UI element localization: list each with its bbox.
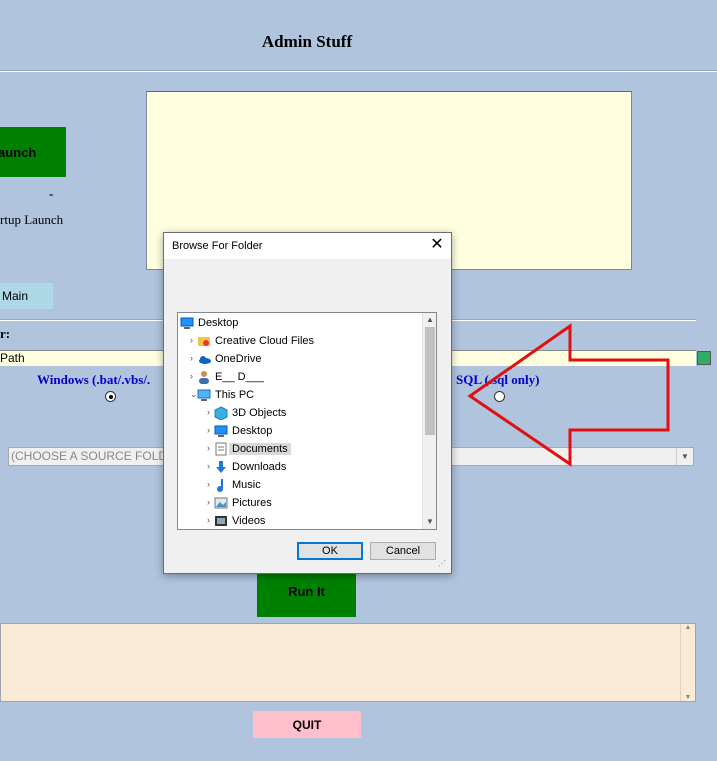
- tree-item[interactable]: › Music: [178, 476, 421, 494]
- folder-tree[interactable]: Desktop › Creative Cloud Files › OneDrive › E_…: [177, 312, 437, 530]
- scroll-thumb[interactable]: [425, 327, 435, 435]
- quit-label: QUIT: [292, 717, 322, 732]
- folder-browse-icon[interactable]: [697, 351, 711, 365]
- downloads-icon: [214, 460, 228, 474]
- chevron-up-icon[interactable]: ▲: [681, 624, 695, 631]
- cancel-label: Cancel: [385, 545, 421, 557]
- browse-folder-dialog: Browse For Folder ✕ Desktop › Creative Clo…: [163, 232, 452, 574]
- windows-radio[interactable]: [105, 391, 116, 402]
- tree-item[interactable]: › E__ D___: [178, 368, 421, 386]
- tree-item-label: Pictures: [232, 497, 272, 509]
- tree-item-label: E__ D___: [215, 371, 264, 383]
- main-button[interactable]: Main: [0, 283, 53, 309]
- videos-icon: [214, 514, 228, 528]
- chevron-down-icon[interactable]: ▼: [681, 694, 695, 701]
- tree-item[interactable]: › Pictures: [178, 494, 421, 512]
- tree-item-label: 3D Objects: [232, 407, 287, 419]
- tree-item[interactable]: › OneDrive: [178, 350, 421, 368]
- chevron-up-icon[interactable]: ▲: [423, 313, 436, 327]
- onedrive-icon: [197, 352, 211, 366]
- dialog-titlebar[interactable]: Browse For Folder ✕: [164, 233, 451, 259]
- documents-icon: [214, 442, 228, 456]
- tree-item-label: Downloads: [232, 461, 287, 473]
- output-textarea[interactable]: ▲ ▼: [0, 623, 696, 702]
- tree-item[interactable]: › Desktop: [178, 422, 421, 440]
- tree-item[interactable]: › Documents: [178, 440, 421, 458]
- quit-button[interactable]: QUIT: [253, 711, 361, 738]
- tree-item[interactable]: › Downloads: [178, 458, 421, 476]
- tree-item-label: Documents: [229, 443, 291, 455]
- tree-item-label: Creative Cloud Files: [215, 335, 315, 347]
- close-icon[interactable]: ✕: [428, 236, 446, 254]
- launch-button[interactable]: aunch: [0, 127, 66, 177]
- tree-scrollbar[interactable]: ▲ ▼: [422, 313, 436, 529]
- source-folder-placeholder: (CHOOSE A SOURCE FOLD: [11, 449, 168, 463]
- dialog-title: Browse For Folder: [172, 240, 263, 252]
- tree-item-label: Music: [232, 479, 261, 491]
- chevron-down-icon[interactable]: ▼: [423, 515, 436, 529]
- tree-item-label: Desktop: [232, 425, 273, 437]
- desktop-icon: [180, 316, 194, 330]
- path-text: Path: [0, 351, 25, 365]
- chevron-down-icon[interactable]: ▼: [676, 448, 693, 465]
- tree-item[interactable]: › Creative Cloud Files: [178, 332, 421, 350]
- tree-item[interactable]: ⌄ This PC: [178, 386, 421, 404]
- 3d-objects-icon: [214, 406, 228, 421]
- tree-item-label: OneDrive: [215, 353, 262, 365]
- resize-grip-icon[interactable]: ⋰: [438, 559, 446, 568]
- startup-launch-label: rtup Launch: [0, 212, 64, 227]
- header-divider: [0, 70, 717, 72]
- launch-button-label: aunch: [0, 144, 37, 160]
- tree-item-label: Videos: [232, 515, 266, 527]
- music-icon: [214, 478, 228, 492]
- separator-dash: -: [49, 186, 54, 201]
- output-scrollbar[interactable]: ▲ ▼: [680, 624, 695, 701]
- desktop-icon: [214, 424, 228, 438]
- tree-item[interactable]: › Videos: [178, 512, 421, 529]
- pc-icon: [197, 388, 211, 402]
- tree-item[interactable]: › 3D Objects: [178, 404, 421, 422]
- annotation-arrow-shape: [467, 323, 670, 467]
- cancel-button[interactable]: Cancel: [370, 542, 436, 560]
- folder-label: r:: [0, 326, 11, 341]
- tree-item-label: This PC: [215, 389, 255, 401]
- user-icon: [197, 370, 211, 384]
- main-button-label: Main: [2, 289, 29, 303]
- windows-option-label: Windows (.bat/.vbs/.: [37, 372, 151, 387]
- pictures-icon: [214, 496, 228, 510]
- run-it-label: Run It: [288, 584, 325, 599]
- ok-label: OK: [322, 545, 338, 557]
- creative-cloud-icon: [197, 334, 211, 348]
- ok-button[interactable]: OK: [297, 542, 363, 560]
- tree-item-label: Desktop: [198, 317, 239, 329]
- tree-item[interactable]: Desktop: [178, 314, 421, 332]
- page-title: Admin Stuff: [261, 32, 353, 51]
- annotation-arrow: [467, 323, 670, 467]
